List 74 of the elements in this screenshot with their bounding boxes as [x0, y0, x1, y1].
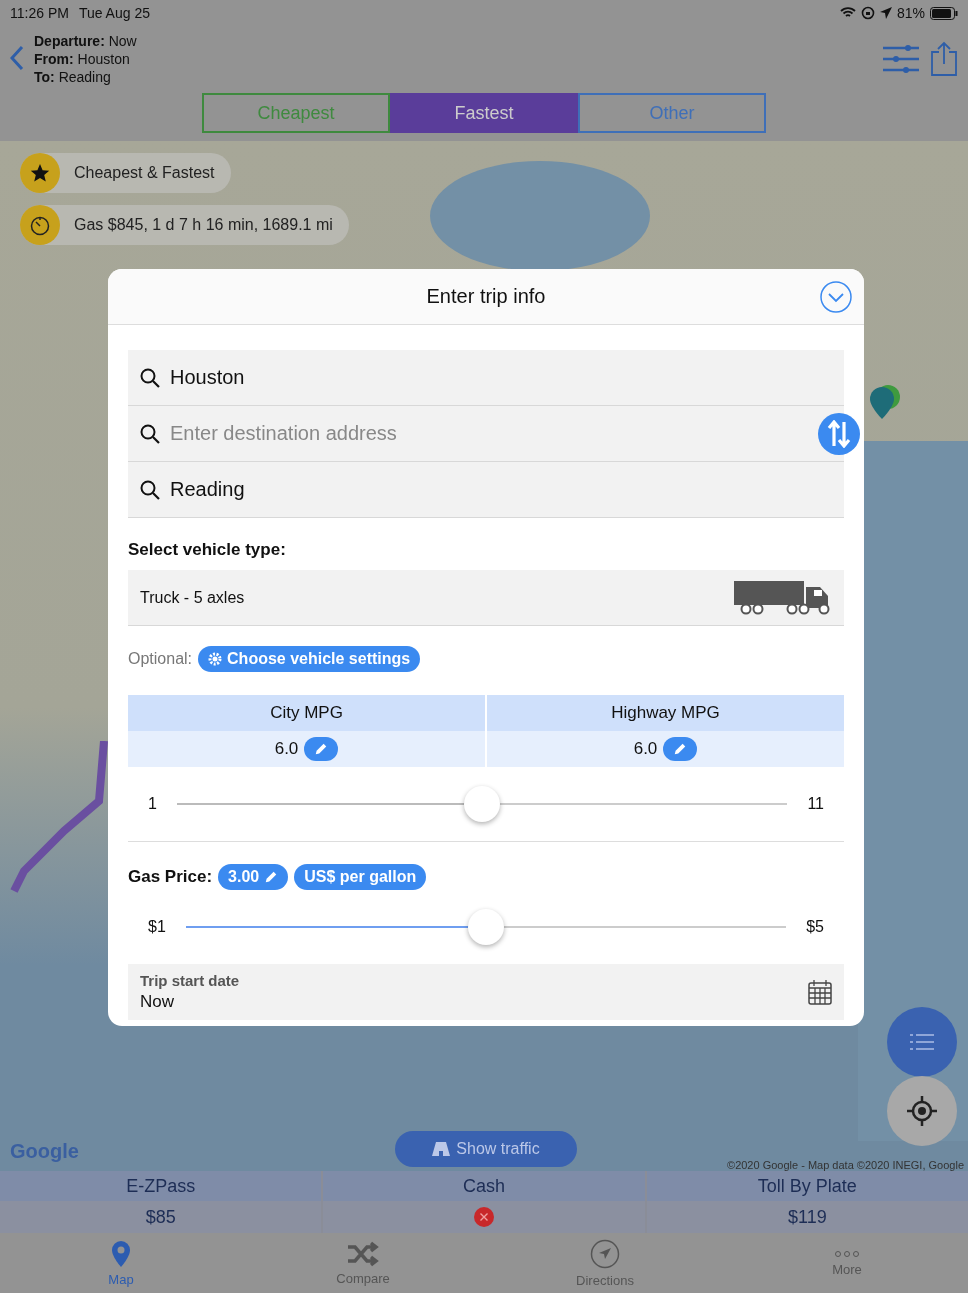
rotation-lock-icon — [860, 6, 875, 20]
trip-start-date-field[interactable]: Trip start date Now — [128, 964, 844, 1020]
share-icon[interactable] — [930, 41, 958, 77]
optional-label: Optional: — [128, 650, 193, 668]
gas-unit-button[interactable]: US$ per gallon — [294, 864, 427, 890]
status-date: Tue Aug 25 — [78, 5, 150, 21]
address-input[interactable]: Enter destination address — [170, 422, 710, 445]
tab-bar-item[interactable]: Compare — [242, 1233, 484, 1293]
show-traffic-button[interactable]: Show traffic — [395, 1131, 577, 1167]
swap-arrows-icon — [827, 420, 851, 448]
route-chip[interactable]: Cheapest & Fastest — [20, 153, 231, 193]
slider[interactable] — [176, 786, 788, 822]
vehicle-settings-button[interactable]: Choose vehicle settings — [198, 646, 421, 672]
pencil-icon — [314, 742, 329, 756]
mpg-value: 6.0 — [274, 739, 299, 759]
route-chip[interactable]: Gas $845, 1 d 7 h 16 min, 1689.1 mi — [20, 205, 349, 245]
collapse-button[interactable] — [820, 281, 852, 316]
map-attribution: ©2020 Google - Map data ©2020 INEGI, Google — [727, 1159, 964, 1171]
toll-price: $85 — [145, 1206, 176, 1228]
search-icon — [140, 423, 160, 444]
tab-bar-item[interactable]: Directions — [484, 1233, 726, 1293]
gas-price-button[interactable]: 3.00 — [218, 864, 289, 890]
tab-bar-item[interactable]: Map — [0, 1233, 242, 1293]
slider[interactable] — [185, 909, 787, 945]
dialog-title: Enter trip info — [426, 285, 546, 308]
toll-type-header: Toll By Plate — [646, 1171, 968, 1201]
pencil-icon — [673, 742, 688, 756]
search-icon — [140, 367, 160, 388]
trip-summary-line: Departure: Now — [34, 32, 137, 50]
address-field[interactable]: Enter destination address — [128, 406, 844, 462]
toll-price: $119 — [787, 1206, 827, 1228]
mpg-value: 6.0 — [633, 739, 658, 759]
slider-thumb[interactable] — [464, 786, 501, 822]
slider-max-label: $5 — [806, 918, 824, 936]
road-icon — [432, 1142, 451, 1156]
list-icon — [910, 1033, 934, 1051]
route-tab[interactable]: Fastest — [390, 93, 578, 133]
filter-sliders-icon[interactable] — [882, 45, 920, 73]
location-arrow-icon — [879, 7, 892, 19]
shuffle-icon — [346, 1241, 380, 1267]
pencil-icon — [264, 870, 279, 884]
trip-summary-line: To: Reading — [34, 68, 112, 86]
trip-summary-line: From: Houston — [34, 50, 131, 68]
battery-percent: 81% — [896, 5, 925, 21]
address-field[interactable]: Houston — [128, 350, 844, 406]
search-icon — [140, 479, 160, 500]
toll-type-header: E-ZPass — [0, 1171, 322, 1201]
slider-min-label: 1 — [148, 795, 157, 813]
status-time: 11:26 PM — [10, 5, 69, 21]
slider-max-label: 11 — [807, 795, 824, 813]
battery-icon — [930, 6, 958, 20]
map-pin-icon — [110, 1240, 132, 1268]
tab-bar-item[interactable]: More — [726, 1233, 968, 1293]
more-dots-icon — [834, 1250, 860, 1258]
vehicle-type-heading: Select vehicle type: — [128, 540, 287, 560]
address-field[interactable]: Reading — [128, 462, 844, 518]
wifi-icon — [839, 7, 856, 19]
toll-type-header: Cash — [323, 1171, 645, 1201]
mpg-column-header: City MPG — [128, 695, 485, 731]
address-input[interactable]: Houston — [170, 366, 710, 389]
timer-icon — [29, 214, 51, 236]
crosshair-icon — [907, 1096, 937, 1126]
star-icon — [30, 163, 50, 183]
mpg-column-header: Highway MPG — [487, 695, 844, 731]
slider-min-label: $1 — [148, 918, 166, 936]
calendar-icon — [808, 979, 832, 1005]
gear-icon — [208, 652, 223, 666]
vehicle-type-selector[interactable]: Truck - 5 axles — [128, 570, 844, 626]
truck-icon — [734, 580, 832, 615]
gas-price-label: Gas Price: — [128, 867, 213, 887]
address-input[interactable]: Reading — [170, 478, 710, 501]
edit-button[interactable] — [304, 737, 339, 761]
edit-button[interactable] — [663, 737, 698, 761]
slider-thumb[interactable] — [468, 909, 504, 945]
